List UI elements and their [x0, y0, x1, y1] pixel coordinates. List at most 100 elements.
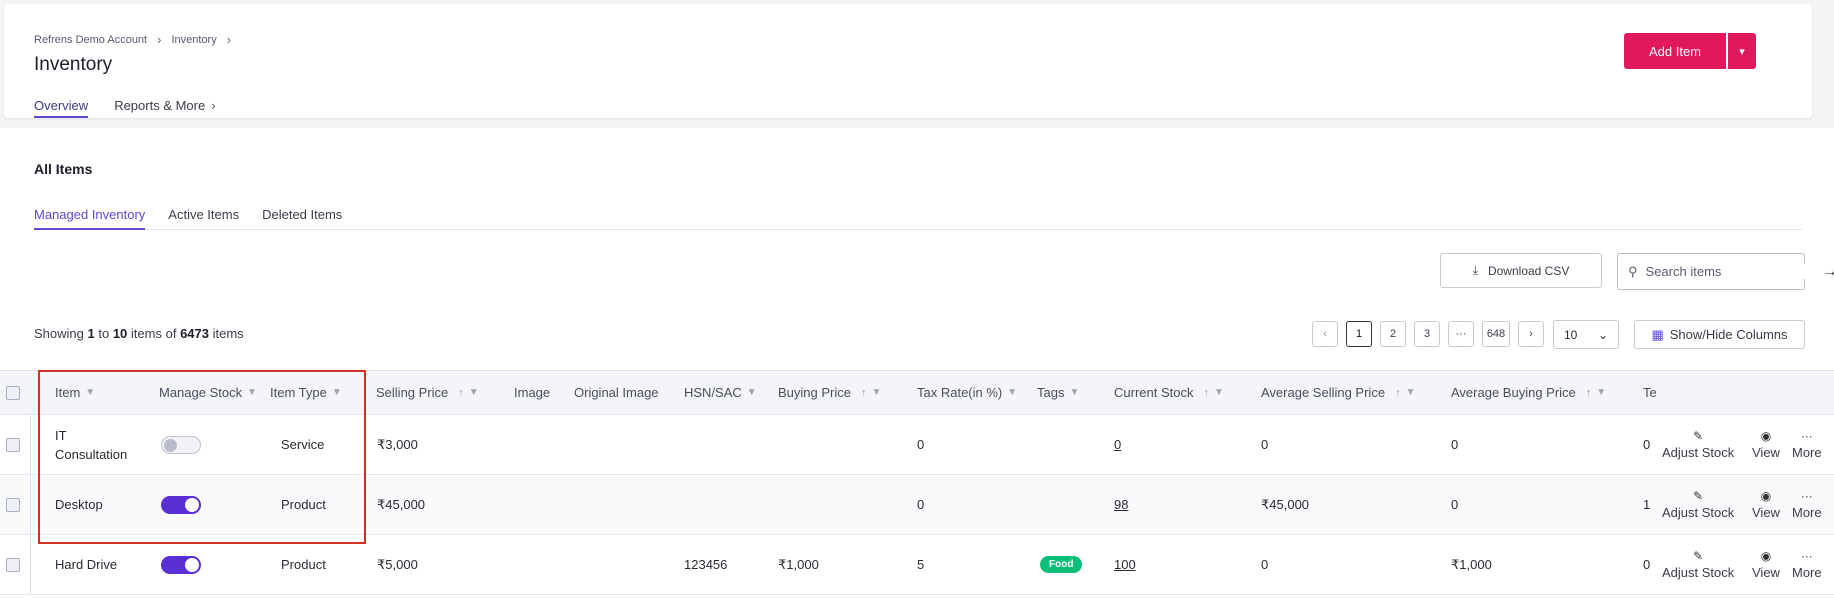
- current-stock-link[interactable]: 0: [1114, 415, 1121, 474]
- sort-up-icon[interactable]: ↑: [1395, 387, 1401, 399]
- chevron-down-icon: ⌄: [1597, 327, 1608, 342]
- show-hide-columns-button[interactable]: ▦ Show/Hide Columns: [1634, 320, 1805, 349]
- action-label: More: [1792, 505, 1822, 520]
- item-name-cont: Consultation: [55, 446, 128, 462]
- item-name-cell[interactable]: Desktop: [55, 475, 103, 534]
- column-header-image: Image: [514, 371, 550, 414]
- adjust-stock-button[interactable]: ✎ Adjust Stock: [1662, 415, 1734, 474]
- page-button[interactable]: 648: [1482, 321, 1510, 347]
- view-button[interactable]: ◉ View: [1752, 535, 1780, 594]
- page-button[interactable]: 1: [1346, 321, 1372, 347]
- column-header-current-stock[interactable]: Current Stock ↑ ▼: [1114, 371, 1224, 414]
- page-button[interactable]: 2: [1380, 321, 1406, 347]
- filter-icon[interactable]: ▼: [247, 387, 257, 398]
- filter-icon[interactable]: ▼: [469, 387, 479, 398]
- filter-icon[interactable]: ▼: [747, 387, 757, 398]
- column-label: Tax Rate(in %): [917, 385, 1003, 400]
- more-button[interactable]: ··· More: [1792, 535, 1822, 594]
- filter-icon[interactable]: ▼: [1596, 387, 1606, 398]
- more-button[interactable]: ··· More: [1792, 415, 1822, 474]
- row-checkbox[interactable]: [6, 557, 20, 572]
- chevron-right-icon: ›: [211, 98, 216, 113]
- column-label: Current Stock: [1114, 385, 1194, 400]
- column-header-item[interactable]: Item ▼: [55, 371, 95, 414]
- row-checkbox[interactable]: [6, 437, 20, 452]
- item-name-cell[interactable]: Hard Drive: [55, 535, 117, 594]
- showing-count: Showing 1 to 10 items of 6473 items: [34, 326, 244, 341]
- column-header-truncated: Te: [1643, 371, 1657, 414]
- filter-icon[interactable]: ▼: [1069, 387, 1079, 398]
- item-type-cell: Service: [281, 437, 325, 452]
- sort-up-icon[interactable]: ↑: [458, 387, 464, 399]
- table-row: IT Consultation Service ₹3,000 0 0 0 0 0…: [0, 415, 1834, 475]
- column-header-item-type[interactable]: Item Type ▼: [270, 371, 342, 414]
- filter-icon[interactable]: ▼: [1007, 387, 1017, 398]
- tab-overview[interactable]: Overview: [34, 98, 89, 118]
- showing-to-word: to: [98, 326, 110, 341]
- current-stock-link[interactable]: 100: [1114, 535, 1136, 594]
- column-label: HSN/SAC: [684, 385, 742, 400]
- column-label: Average Selling Price: [1261, 385, 1386, 400]
- tab-reports-more[interactable]: Reports & More ›: [114, 98, 215, 118]
- tab-active-items[interactable]: Active Items: [168, 207, 239, 230]
- adjust-stock-button[interactable]: ✎ Adjust Stock: [1662, 535, 1734, 594]
- filter-icon[interactable]: ▼: [871, 387, 881, 398]
- page-button[interactable]: 3: [1414, 321, 1440, 347]
- row-divider: [30, 535, 31, 594]
- column-header-average-selling-price[interactable]: Average Selling Price ↑ ▼: [1261, 371, 1415, 414]
- view-button[interactable]: ◉ View: [1752, 475, 1780, 534]
- next-page-button[interactable]: ›: [1518, 321, 1544, 347]
- view-button[interactable]: ◉ View: [1752, 415, 1780, 474]
- row-checkbox[interactable]: [6, 497, 20, 512]
- avg-buying-cell: 0: [1451, 497, 1459, 512]
- adjust-stock-button[interactable]: ✎ Adjust Stock: [1662, 475, 1734, 534]
- filter-icon[interactable]: ▼: [85, 387, 95, 398]
- sort-up-icon[interactable]: ↑: [1203, 387, 1209, 399]
- item-name-cell[interactable]: IT Consultation: [55, 415, 127, 474]
- manage-stock-toggle[interactable]: [161, 555, 201, 574]
- action-label: View: [1752, 445, 1780, 460]
- sort-up-icon[interactable]: ↑: [1586, 387, 1592, 399]
- filter-icon[interactable]: ▼: [1214, 387, 1224, 398]
- eye-icon: ◉: [1760, 549, 1772, 563]
- showing-prefix: Showing: [34, 326, 84, 341]
- selling-price-cell: ₹3,000: [377, 436, 418, 452]
- more-dots-icon: ···: [1800, 429, 1813, 443]
- select-all-checkbox-cell: [6, 371, 20, 414]
- download-csv-label: Download CSV: [1487, 263, 1570, 278]
- column-header-average-buying-price[interactable]: Average Buying Price ↑ ▼: [1451, 371, 1606, 414]
- breadcrumb: Refrens Demo Account › Inventory ›: [34, 32, 241, 47]
- more-button[interactable]: ··· More: [1792, 475, 1822, 534]
- column-header-buying-price[interactable]: Buying Price ↑ ▼: [778, 371, 881, 414]
- filter-icon[interactable]: ▼: [332, 387, 342, 398]
- filter-icon[interactable]: ▼: [1406, 387, 1416, 398]
- manage-stock-toggle[interactable]: [161, 435, 201, 454]
- action-label: More: [1792, 565, 1822, 580]
- table-row: Hard Drive Product ₹5,000 123456 ₹1,000 …: [0, 535, 1834, 595]
- sort-up-icon[interactable]: ↑: [861, 387, 867, 399]
- page-ellipsis-button[interactable]: ···: [1448, 321, 1474, 347]
- column-header-hsn-sac[interactable]: HSN/SAC ▼: [684, 371, 757, 414]
- tab-deleted-items[interactable]: Deleted Items: [262, 207, 342, 230]
- column-header-tax-rate[interactable]: Tax Rate(in %) ▼: [917, 371, 1017, 414]
- current-stock-link[interactable]: 98: [1114, 475, 1128, 534]
- arrow-right-icon[interactable]: →: [1822, 263, 1834, 281]
- avg-buying-cell: 0: [1451, 437, 1459, 452]
- add-item-button[interactable]: Add Item: [1624, 33, 1726, 69]
- action-label: View: [1752, 505, 1780, 520]
- download-csv-button[interactable]: ⤓ Download CSV: [1440, 253, 1602, 288]
- per-page-select[interactable]: 10 ⌄: [1553, 320, 1619, 349]
- column-header-manage-stock[interactable]: Manage Stock ▼: [159, 371, 257, 414]
- select-all-checkbox[interactable]: [6, 385, 20, 400]
- breadcrumb-account[interactable]: Refrens Demo Account: [34, 34, 147, 46]
- prev-page-button[interactable]: ‹: [1312, 321, 1338, 347]
- add-item-dropdown-button[interactable]: ▾: [1728, 33, 1756, 69]
- truncated-cell: 1: [1643, 497, 1651, 512]
- manage-stock-toggle[interactable]: [161, 495, 201, 514]
- search-input[interactable]: [1645, 264, 1822, 279]
- table-header: Item ▼ Manage Stock ▼ Item Type ▼ Selling P…: [0, 370, 1834, 415]
- column-header-selling-price[interactable]: Selling Price ↑ ▼: [376, 371, 479, 414]
- breadcrumb-inventory[interactable]: Inventory: [171, 34, 216, 46]
- column-header-tags[interactable]: Tags ▼: [1037, 371, 1079, 414]
- tab-managed-inventory[interactable]: Managed Inventory: [34, 207, 146, 230]
